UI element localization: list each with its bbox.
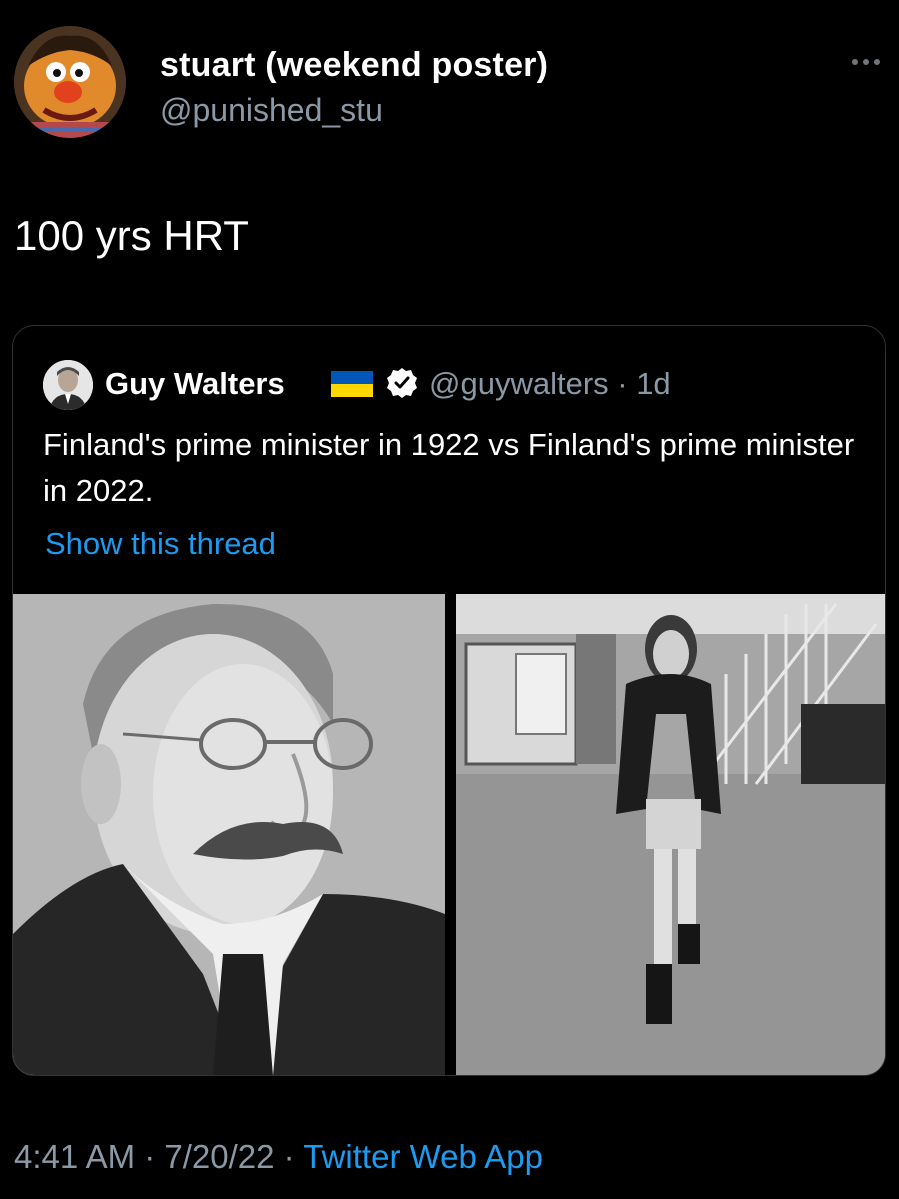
- tweet-timestamp: 4:41 AM · 7/20/22 · Twitter Web App: [14, 1138, 543, 1176]
- tweet-time: 4:41 AM: [14, 1138, 136, 1175]
- show-thread-link[interactable]: Show this thread: [45, 526, 276, 562]
- quoted-tweet-card[interactable]: Guy Walters @guywalters · 1d Finland's p…: [12, 325, 886, 1076]
- footer-separator: ·: [274, 1138, 304, 1175]
- footer-separator: ·: [135, 1138, 165, 1175]
- quoted-tweet-text: Finland's prime minister in 1922 vs Finl…: [43, 427, 855, 508]
- quoted-author-avatar: [43, 360, 93, 410]
- author-avatar[interactable]: [14, 26, 126, 138]
- photo-1922-portrait[interactable]: [13, 594, 445, 1075]
- author-display-name[interactable]: stuart (weekend poster): [160, 46, 548, 85]
- verified-icon: [385, 366, 419, 400]
- quoted-handle-time[interactable]: @guywalters · 1d: [429, 366, 671, 402]
- ukraine-flag-icon: [331, 371, 373, 397]
- tweet-source-link[interactable]: Twitter Web App: [303, 1138, 543, 1175]
- tweet-text: 100 yrs HRT: [14, 212, 249, 259]
- more-icon[interactable]: [846, 52, 886, 72]
- photo-2022-walking[interactable]: [456, 594, 885, 1075]
- quoted-author-name[interactable]: Guy Walters: [105, 366, 285, 402]
- tweet-date: 7/20/22: [164, 1138, 275, 1175]
- author-handle[interactable]: @punished_stu: [160, 92, 383, 129]
